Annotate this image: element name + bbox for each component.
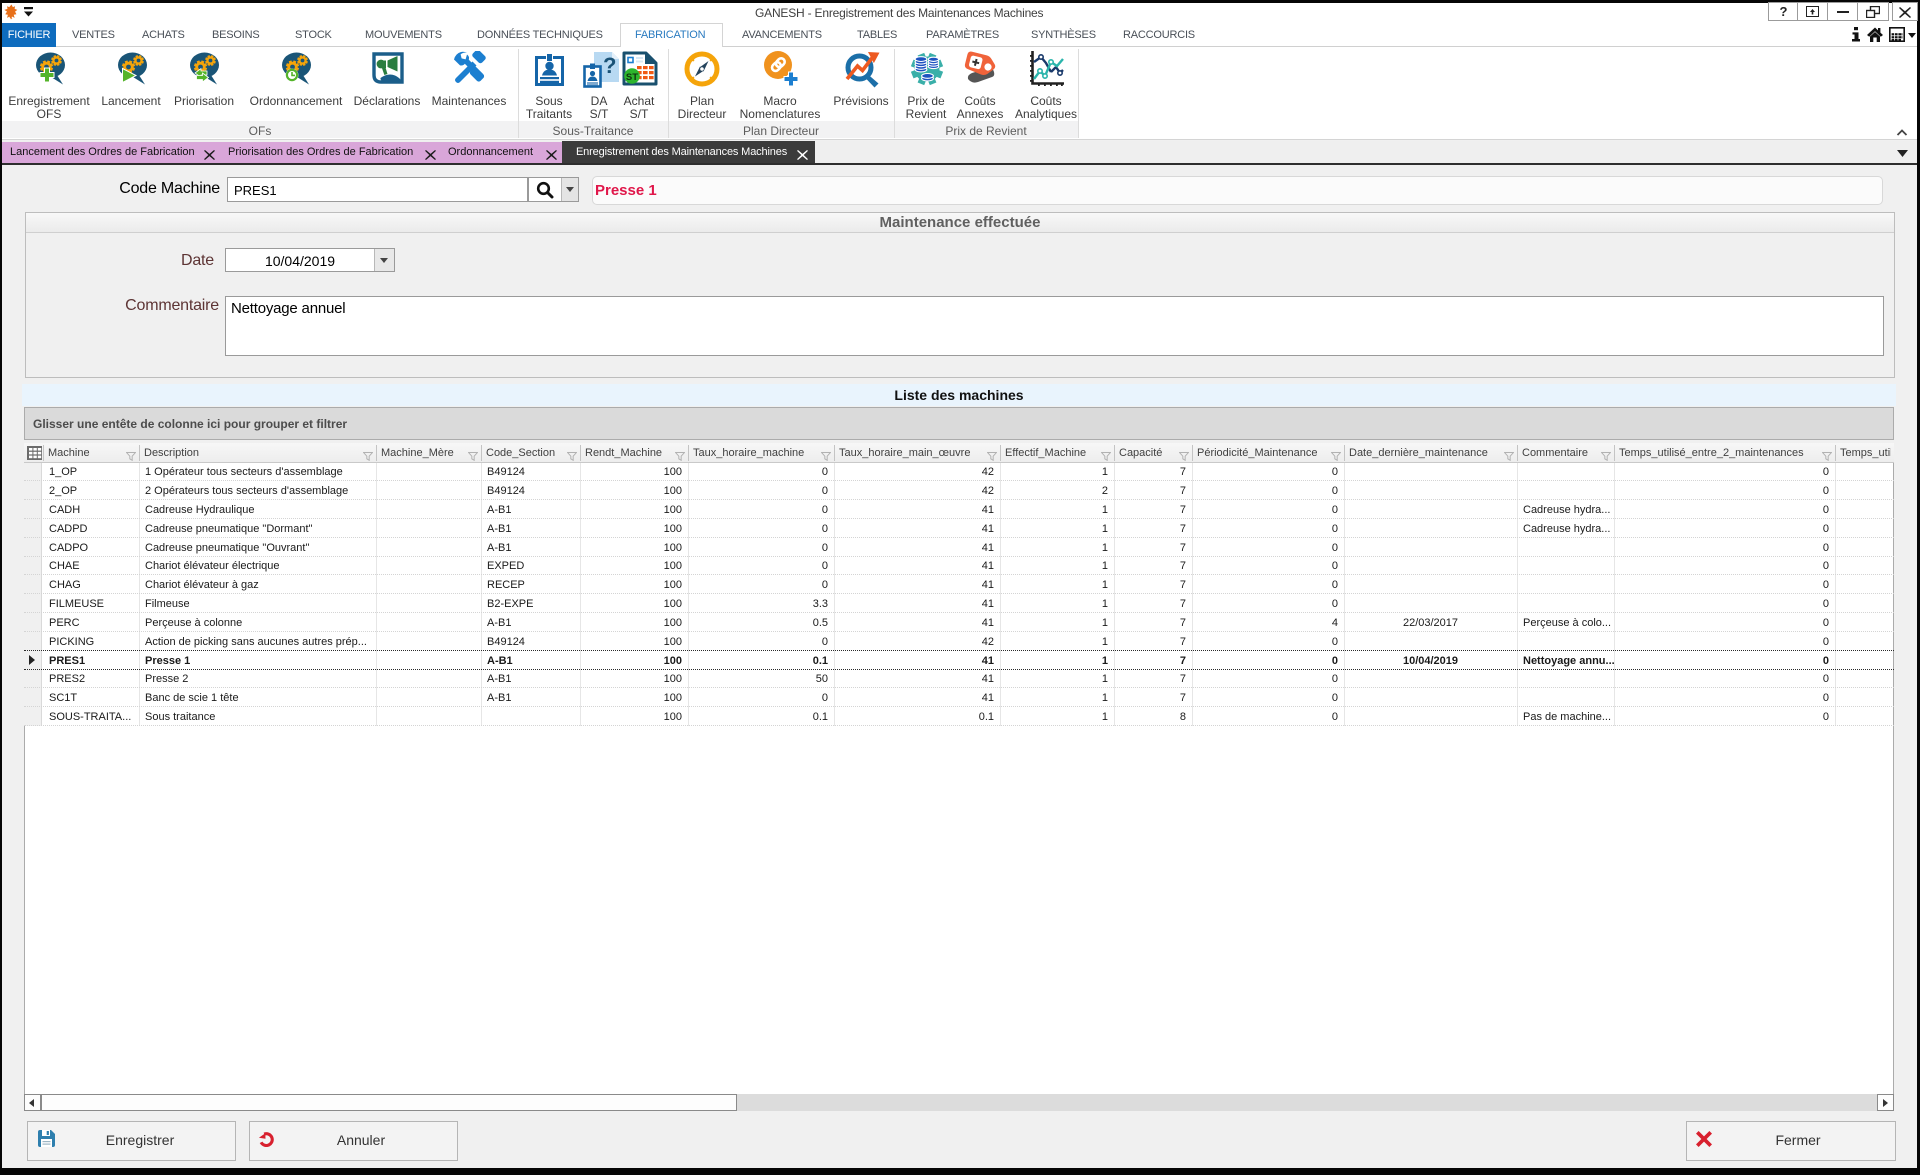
svg-text:?: ?	[603, 53, 616, 78]
svg-text:ST: ST	[626, 72, 638, 83]
